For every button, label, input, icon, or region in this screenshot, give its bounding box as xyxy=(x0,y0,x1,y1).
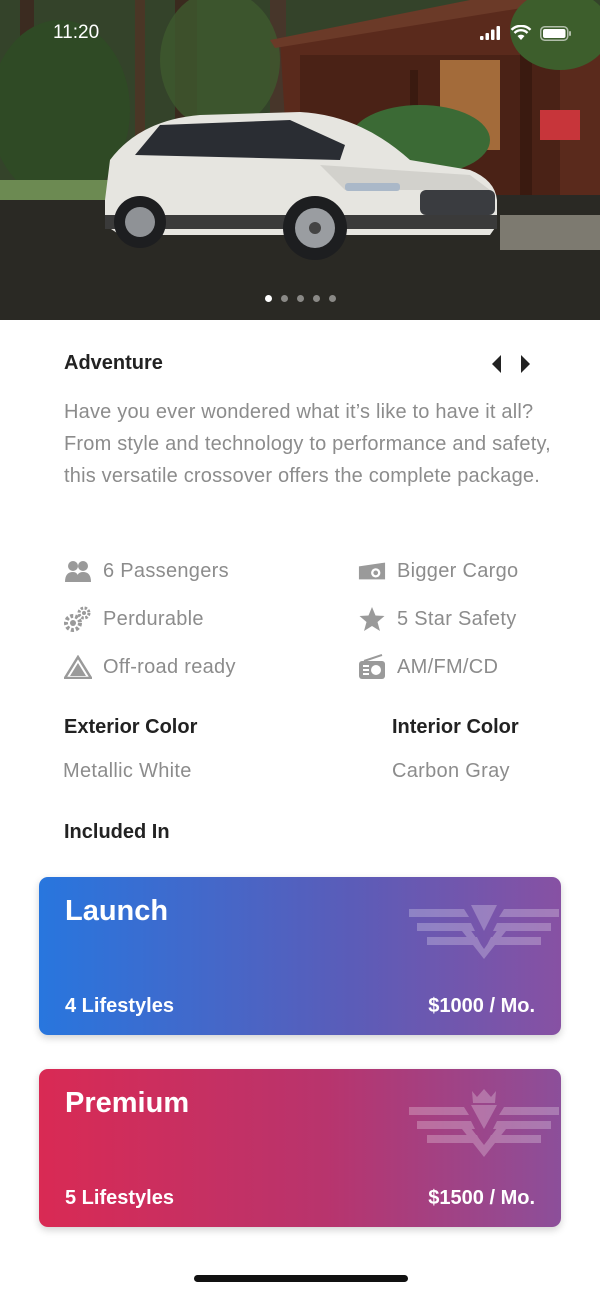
status-time: 11:20 xyxy=(53,22,100,43)
plan-name: Launch xyxy=(65,895,169,927)
interior-color-value: Carbon Gray xyxy=(392,760,510,782)
feature-label: Off-road ready xyxy=(103,655,236,678)
plan-price: $1000 / Mo. xyxy=(428,995,535,1017)
carousel-dot[interactable] xyxy=(280,295,288,302)
plan-card-premium[interactable]: Premium 5 Lifestyles $1500 / Mo. xyxy=(39,1069,561,1227)
next-arrow-icon[interactable] xyxy=(518,354,532,374)
mountain-icon xyxy=(64,654,92,680)
trim-title: Adventure xyxy=(64,352,163,374)
feature-label: Bigger Cargo xyxy=(397,559,519,582)
status-bar: 11:20 xyxy=(0,22,600,48)
trim-description: Have you ever wondered what it’s like to… xyxy=(64,401,551,487)
included-in-heading: Included In xyxy=(64,821,170,843)
plan-lifestyles: 4 Lifestyles xyxy=(65,995,174,1017)
previous-arrow-icon[interactable] xyxy=(490,354,504,374)
cargo-icon xyxy=(358,558,386,584)
plan-name: Premium xyxy=(65,1087,190,1119)
carousel-dot[interactable] xyxy=(312,295,320,302)
carousel-dot[interactable] xyxy=(328,295,336,302)
feature-item: Bigger Cargo xyxy=(358,557,518,585)
passengers-icon xyxy=(64,558,92,584)
hero-image-carousel[interactable]: 11:20 xyxy=(0,0,600,320)
carousel-pagination[interactable] xyxy=(0,295,600,302)
status-icons xyxy=(480,25,572,41)
car-photo xyxy=(0,0,600,320)
exterior-color-label: Exterior Color xyxy=(64,716,198,738)
wifi-icon xyxy=(510,25,532,40)
trim-header: Adventure xyxy=(64,352,536,380)
trim-navigation xyxy=(490,354,532,374)
feature-label: Perdurable xyxy=(103,607,204,630)
plan-emblem-crown-icon xyxy=(409,1089,559,1157)
battery-icon xyxy=(540,25,571,41)
carousel-dot[interactable] xyxy=(296,295,304,302)
signal-icon xyxy=(480,26,500,40)
feature-item: 6 Passengers xyxy=(64,557,229,585)
home-indicator[interactable] xyxy=(194,1275,408,1282)
plan-lifestyles: 5 Lifestyles xyxy=(65,1187,174,1209)
gears-icon xyxy=(64,606,92,632)
feature-item: Off-road ready xyxy=(64,653,236,681)
feature-label: AM/FM/CD xyxy=(397,655,499,678)
feature-item: 5 Star Safety xyxy=(358,605,517,633)
plan-price: $1500 / Mo. xyxy=(428,1187,535,1209)
exterior-color-value: Metallic White xyxy=(63,760,192,782)
interior-color-label: Interior Color xyxy=(392,716,519,738)
carousel-dot[interactable] xyxy=(264,295,272,302)
radio-icon xyxy=(358,654,386,680)
plan-emblem-icon xyxy=(409,905,559,959)
plan-card-launch[interactable]: Launch 4 Lifestyles $1000 / Mo. xyxy=(39,877,561,1035)
feature-label: 6 Passengers xyxy=(103,559,229,582)
feature-item: Perdurable xyxy=(64,605,204,633)
star-icon xyxy=(358,606,386,632)
feature-item: AM/FM/CD xyxy=(358,653,498,681)
feature-label: 5 Star Safety xyxy=(397,607,517,630)
